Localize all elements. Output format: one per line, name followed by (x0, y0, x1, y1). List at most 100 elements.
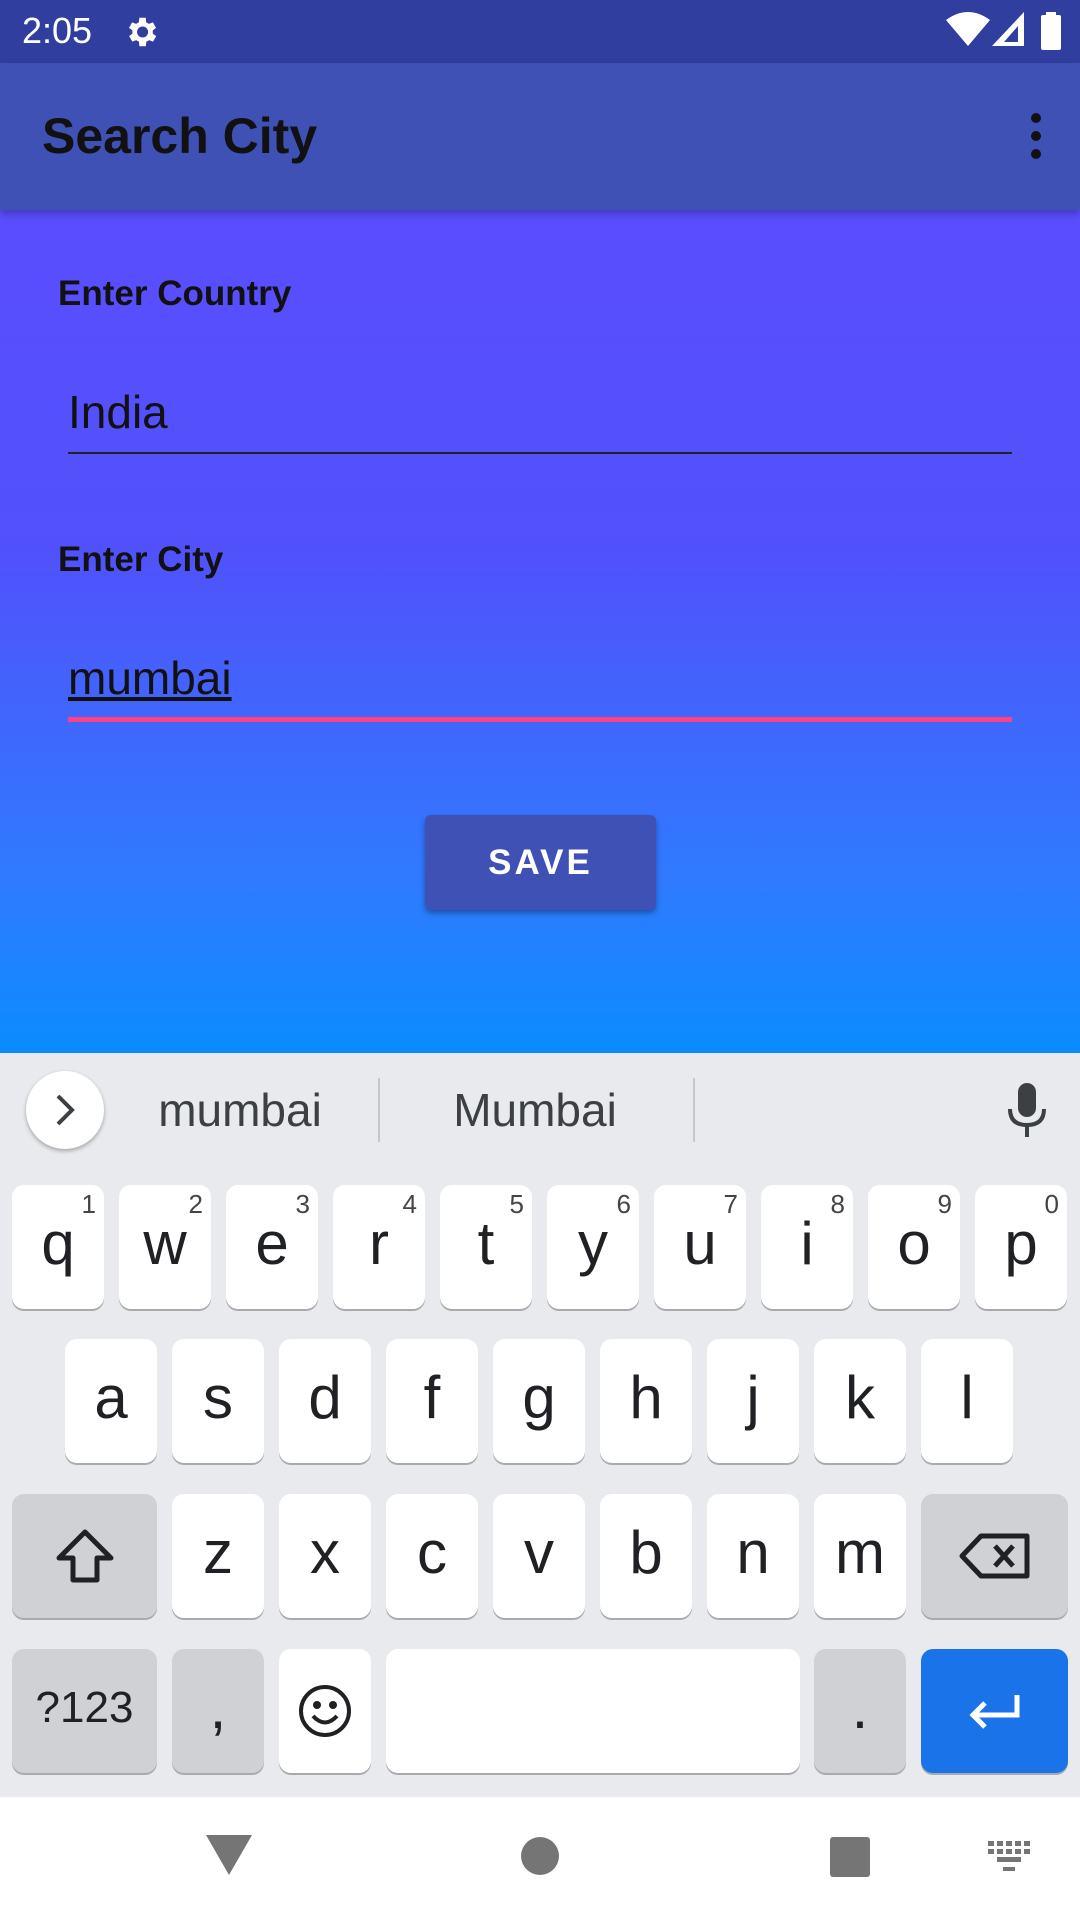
key-hint: 3 (295, 1189, 310, 1219)
recents-square-icon[interactable] (830, 1837, 870, 1877)
key-hint: 8 (830, 1189, 845, 1219)
key-u[interactable]: u7 (654, 1185, 746, 1309)
settings-gear-icon (128, 17, 157, 47)
key-label: d (308, 1364, 342, 1431)
backspace-icon (959, 1533, 1029, 1579)
key-c[interactable]: c (386, 1494, 478, 1618)
shift-arrow-icon (56, 1529, 113, 1583)
suggestion-divider (378, 1078, 380, 1142)
app-bar: Search City (0, 63, 1080, 210)
emoji-icon (299, 1685, 351, 1737)
key-y[interactable]: y6 (547, 1185, 639, 1309)
more-options-icon[interactable] (1026, 113, 1046, 159)
key-o[interactable]: o9 (868, 1185, 960, 1309)
period-key[interactable]: . (814, 1649, 906, 1773)
cellular-signal-icon (992, 12, 1024, 46)
key-hint: 6 (616, 1189, 631, 1219)
key-label: n (736, 1519, 770, 1586)
key-q[interactable]: q1 (12, 1185, 104, 1309)
key-label: o (897, 1210, 931, 1277)
key-g[interactable]: g (493, 1339, 585, 1463)
key-label: a (94, 1364, 128, 1431)
key-label: i (800, 1210, 814, 1277)
key-label: u (683, 1210, 717, 1277)
enter-key[interactable] (921, 1649, 1068, 1773)
shift-key[interactable] (12, 1494, 157, 1618)
backspace-key[interactable] (921, 1494, 1068, 1618)
battery-icon (1041, 12, 1061, 50)
key-label: p (1004, 1210, 1038, 1277)
key-hint: 2 (188, 1189, 203, 1219)
microphone-icon[interactable] (1005, 1083, 1049, 1139)
key-k[interactable]: k (814, 1339, 906, 1463)
city-input[interactable] (68, 638, 1012, 718)
key-label: h (629, 1364, 663, 1431)
key-label: t (477, 1210, 495, 1277)
key-r[interactable]: r4 (333, 1185, 425, 1309)
key-label: y (578, 1210, 608, 1277)
key-label: v (524, 1519, 554, 1586)
key-v[interactable]: v (493, 1494, 585, 1618)
key-f[interactable]: f (386, 1339, 478, 1463)
key-label: c (417, 1519, 447, 1586)
back-triangle-icon[interactable] (206, 1835, 252, 1875)
comma-key[interactable]: , (172, 1649, 264, 1773)
key-label: l (960, 1364, 974, 1431)
space-key[interactable] (386, 1649, 800, 1773)
key-x[interactable]: x (279, 1494, 371, 1618)
home-circle-icon[interactable] (521, 1837, 559, 1875)
city-label: Enter City (58, 540, 224, 579)
key-h[interactable]: h (600, 1339, 692, 1463)
suggestions-expand-button[interactable] (26, 1071, 104, 1149)
key-label: g (522, 1364, 556, 1431)
status-time: 2:05 (22, 10, 93, 51)
search-form: Enter Country Enter City SAVE (0, 210, 1080, 1053)
country-label: Enter Country (58, 274, 292, 313)
key-j[interactable]: j (707, 1339, 799, 1463)
key-label: z (203, 1519, 233, 1586)
key-label: k (845, 1364, 875, 1431)
keyboard-switch-icon[interactable] (988, 1841, 1030, 1871)
suggestion-divider (693, 1078, 695, 1142)
key-i[interactable]: i8 (761, 1185, 853, 1309)
key-s[interactable]: s (172, 1339, 264, 1463)
key-label: f (423, 1364, 441, 1431)
chevron-right-icon (56, 1094, 75, 1126)
key-label: m (835, 1519, 885, 1586)
key-e[interactable]: e3 (226, 1185, 318, 1309)
key-hint: 9 (937, 1189, 952, 1219)
suggestion-1[interactable]: mumbai (140, 1083, 340, 1137)
key-label: s (203, 1364, 233, 1431)
key-label: e (255, 1210, 289, 1277)
soft-keyboard: mumbai Mumbai q1w2e3r4t5y6u7i8o9p0asdfgh… (0, 1053, 1080, 1797)
suggestion-2[interactable]: Mumbai (430, 1083, 640, 1137)
emoji-key[interactable] (279, 1649, 371, 1773)
key-label: j (746, 1364, 760, 1431)
key-label: b (629, 1519, 663, 1586)
country-input-underline (68, 452, 1012, 454)
key-hint: 4 (402, 1189, 417, 1219)
key-z[interactable]: z (172, 1494, 264, 1618)
key-hint: 1 (81, 1189, 96, 1219)
key-t[interactable]: t5 (440, 1185, 532, 1309)
key-label: w (143, 1210, 187, 1277)
key-b[interactable]: b (600, 1494, 692, 1618)
save-button[interactable]: SAVE (425, 815, 656, 910)
key-hint: 5 (509, 1189, 524, 1219)
key-a[interactable]: a (65, 1339, 157, 1463)
key-label: r (369, 1210, 389, 1277)
key-label: x (310, 1519, 340, 1586)
wifi-icon (946, 12, 990, 46)
key-p[interactable]: p0 (975, 1185, 1067, 1309)
symbols-key[interactable]: ?123 (12, 1649, 157, 1773)
key-n[interactable]: n (707, 1494, 799, 1618)
key-hint: 0 (1044, 1189, 1059, 1219)
key-m[interactable]: m (814, 1494, 906, 1618)
enter-arrow-icon (968, 1695, 1019, 1729)
key-d[interactable]: d (279, 1339, 371, 1463)
key-l[interactable]: l (921, 1339, 1013, 1463)
status-bar: 2:05 (0, 0, 1080, 63)
page-title: Search City (42, 108, 318, 164)
country-input[interactable] (68, 372, 1012, 452)
key-w[interactable]: w2 (119, 1185, 211, 1309)
